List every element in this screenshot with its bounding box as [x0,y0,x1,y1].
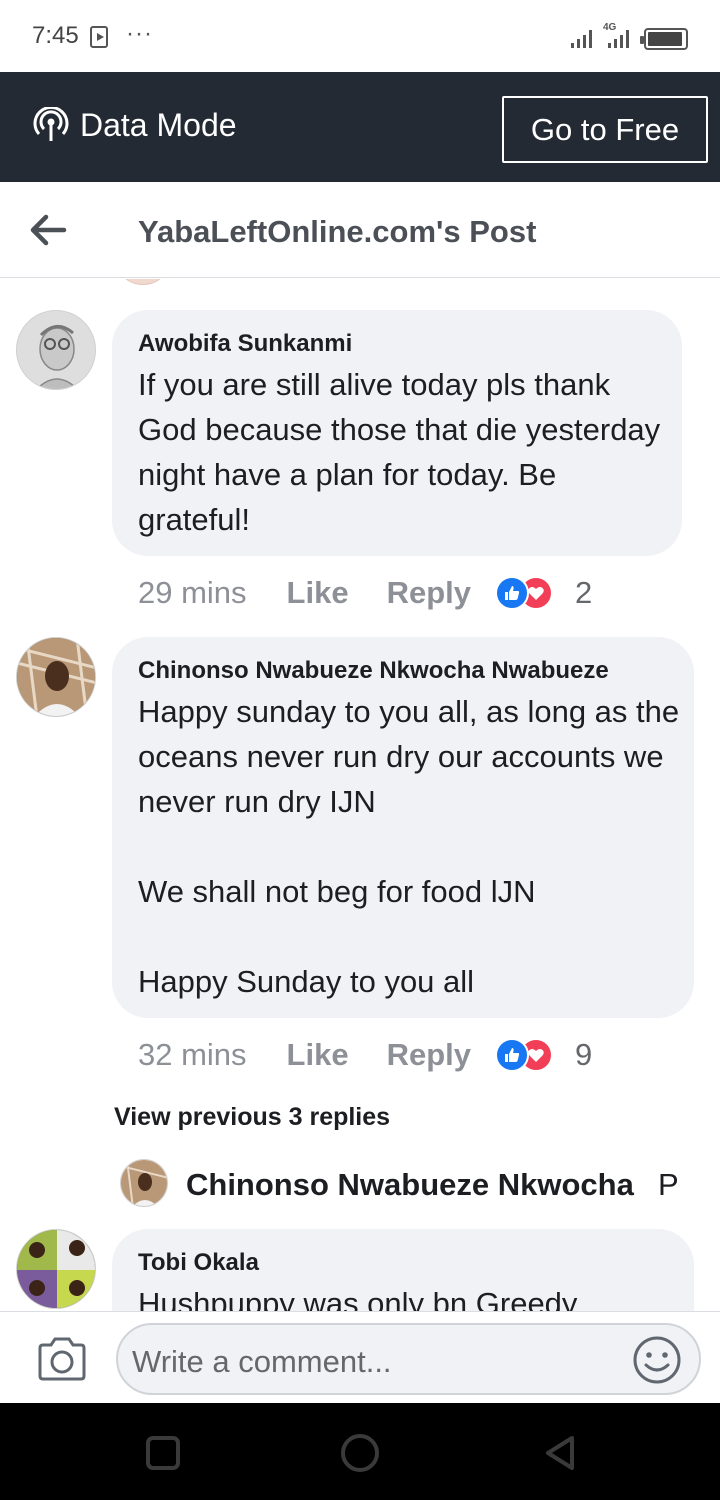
avatar-photo-icon [121,1160,167,1206]
comment-composer: Write a comment... [0,1311,720,1403]
post-header: YabaLeftOnline.com's Post [0,182,720,278]
comment-bubble[interactable]: Chinonso Nwabueze Nkwocha Nwabueze Happy… [112,637,694,1018]
avatar[interactable] [16,1229,96,1309]
page-title: YabaLeftOnline.com's Post [138,214,537,249]
comment-input[interactable]: Write a comment... [116,1323,701,1395]
avatar[interactable] [120,1159,168,1207]
recent-apps-icon[interactable] [146,1436,180,1470]
reply-button[interactable]: Reply [387,575,471,611]
reply-snippet: P [658,1167,679,1202]
comment-bubble[interactable]: Awobifa Sunkanmi If you are still alive … [112,310,682,556]
avatar-sketch-icon [17,311,95,389]
comment-time[interactable]: 32 mins [138,1037,247,1073]
avatar-collage-icon [17,1230,95,1308]
reply-preview[interactable]: Chinonso Nwabueze Nkwocha P [120,1159,720,1209]
view-previous-replies-link[interactable]: View previous 3 replies [114,1103,390,1132]
data-mode-label: Data Mode [80,107,237,143]
battery-level [648,32,683,46]
avatar-photo-icon [17,638,95,716]
comment-author[interactable]: Chinonso Nwabueze Nkwocha Nwabueze [138,657,609,685]
comment-text: Happy sunday to you all, as long as the … [138,694,680,999]
reactions[interactable] [495,1038,555,1072]
go-to-free-button[interactable]: Go to Free [502,96,708,163]
reactions[interactable] [495,576,555,610]
comment-author[interactable]: Tobi Okala [138,1249,259,1277]
reaction-count[interactable]: 2 [575,575,592,611]
like-button[interactable]: Like [287,1037,349,1073]
emoji-icon[interactable] [632,1335,682,1385]
like-button[interactable]: Like [287,575,349,611]
reply-author[interactable]: Chinonso Nwabueze Nkwocha [186,1167,634,1203]
status-time: 7:45 [32,22,79,49]
comment-actions: 32 mins Like Reply 9 [138,1035,592,1075]
comment-list[interactable]: Awobifa Sunkanmi If you are still alive … [0,279,720,1311]
comment-text: If you are still alive today pls thank G… [138,367,661,537]
reply-button[interactable]: Reply [387,1037,471,1073]
system-nav-bar [0,1403,720,1500]
thumbs-up-icon [495,576,529,610]
comment-author[interactable]: Awobifa Sunkanmi [138,330,352,358]
status-bar: 7:45 ··· 4G [0,0,720,72]
avatar[interactable] [16,310,96,390]
signal-strength-2-icon [608,30,629,48]
media-play-icon [90,26,108,48]
reaction-count[interactable]: 9 [575,1037,592,1073]
data-mode-bar: Data Mode Go to Free [0,72,720,182]
back-arrow-icon[interactable] [28,212,68,248]
comment-text: Hushpuppy was only bn Greedy [138,1286,578,1311]
avatar[interactable] [16,637,96,717]
comment-bubble[interactable]: Tobi Okala Hushpuppy was only bn Greedy [112,1229,694,1311]
avatar[interactable] [120,279,166,285]
battery-icon [640,28,688,50]
camera-icon[interactable] [36,1336,88,1382]
comment-time[interactable]: 29 mins [138,575,247,611]
home-icon[interactable] [341,1434,379,1472]
more-notifications-icon: ··· [126,20,153,47]
broadcast-icon [33,107,69,141]
thumbs-up-icon [495,1038,529,1072]
signal-strength-icon [571,30,592,48]
comment-actions: 29 mins Like Reply 2 [138,573,592,613]
comment-placeholder[interactable]: Write a comment... [132,1344,392,1380]
nav-back-icon[interactable] [540,1433,580,1473]
